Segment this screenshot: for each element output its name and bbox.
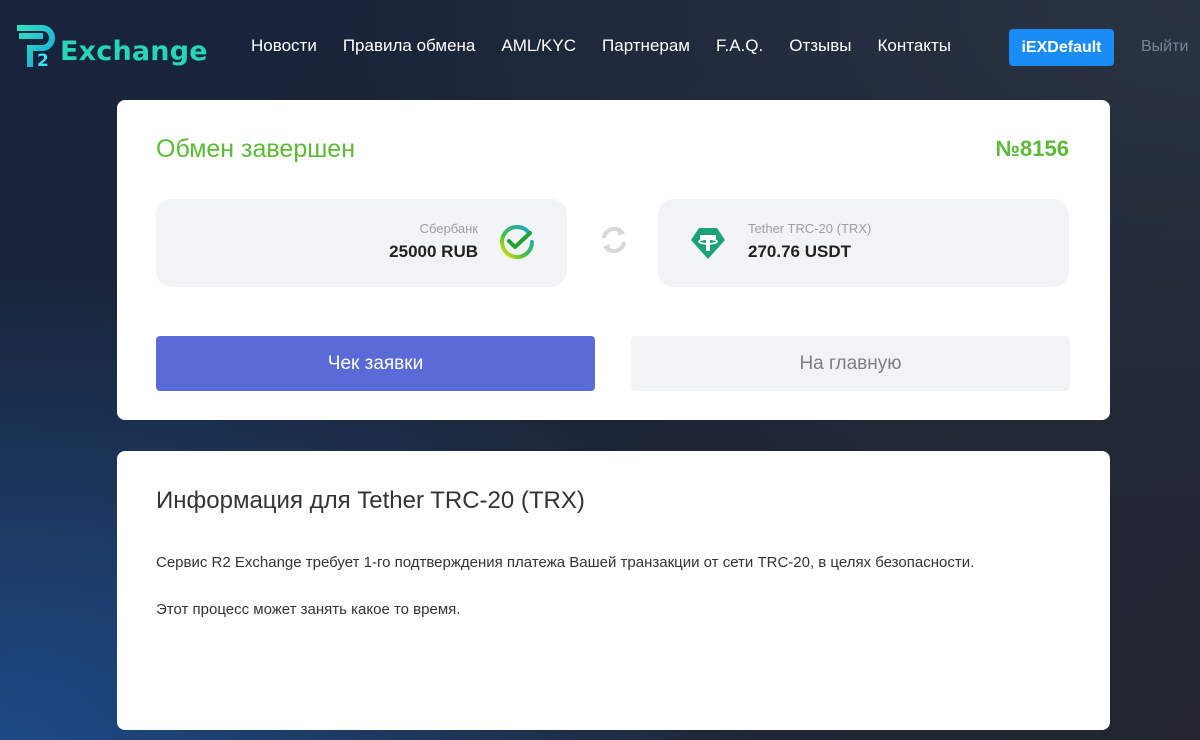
to-currency-label: Tether TRC-20 (TRX) bbox=[748, 221, 872, 236]
info-card: Информация для Tether TRC-20 (TRX) Серви… bbox=[117, 451, 1110, 730]
exchange-status-card: Обмен завершен №8156 Сбербанк 25000 RUB bbox=[117, 100, 1110, 420]
from-amount: 25000 RUB bbox=[389, 242, 478, 261]
status-title: Обмен завершен bbox=[156, 135, 355, 163]
logo[interactable]: 2 Exchange bbox=[16, 22, 208, 68]
nav-item-rules[interactable]: Правила обмена bbox=[343, 36, 476, 56]
swap-icon[interactable] bbox=[598, 224, 630, 256]
site-header: 2 Exchange Новости Правила обмена AML/KY… bbox=[0, 0, 1200, 95]
logout-link[interactable]: Выйти bbox=[1141, 38, 1188, 56]
nav-item-reviews[interactable]: Отзывы bbox=[789, 36, 851, 56]
logo-text: Exchange bbox=[60, 35, 208, 67]
nav-item-partners[interactable]: Партнерам bbox=[602, 36, 690, 56]
nav-item-faq[interactable]: F.A.Q. bbox=[716, 36, 763, 56]
check-receipt-button[interactable]: Чек заявки bbox=[156, 336, 595, 391]
main-nav: Новости Правила обмена AML/KYC Партнерам… bbox=[251, 36, 977, 56]
nav-item-news[interactable]: Новости bbox=[251, 36, 317, 56]
to-amount: 270.76 USDT bbox=[748, 242, 851, 261]
order-number: №8156 bbox=[995, 136, 1069, 161]
nav-item-contacts[interactable]: Контакты bbox=[878, 36, 951, 56]
home-button[interactable]: На главную bbox=[631, 336, 1070, 391]
nav-item-aml-kyc[interactable]: AML/KYC bbox=[501, 36, 576, 56]
from-currency-box: Сбербанк 25000 RUB bbox=[156, 199, 567, 287]
r2-logo-mark-icon: 2 bbox=[17, 25, 55, 68]
info-paragraph-confirmations: Сервис R2 Exchange требует 1-го подтверж… bbox=[156, 554, 975, 571]
user-account-button[interactable]: iEXDefault bbox=[1009, 29, 1114, 66]
sberbank-icon bbox=[500, 225, 534, 259]
to-currency-box: Tether TRC-20 (TRX) 270.76 USDT bbox=[658, 199, 1069, 287]
tether-icon bbox=[691, 228, 725, 259]
svg-text:2: 2 bbox=[37, 51, 49, 68]
info-title: Информация для Tether TRC-20 (TRX) bbox=[156, 487, 585, 514]
info-paragraph-time: Этот процесс может занять какое то время… bbox=[156, 601, 461, 618]
from-currency-label: Сбербанк bbox=[419, 221, 478, 236]
